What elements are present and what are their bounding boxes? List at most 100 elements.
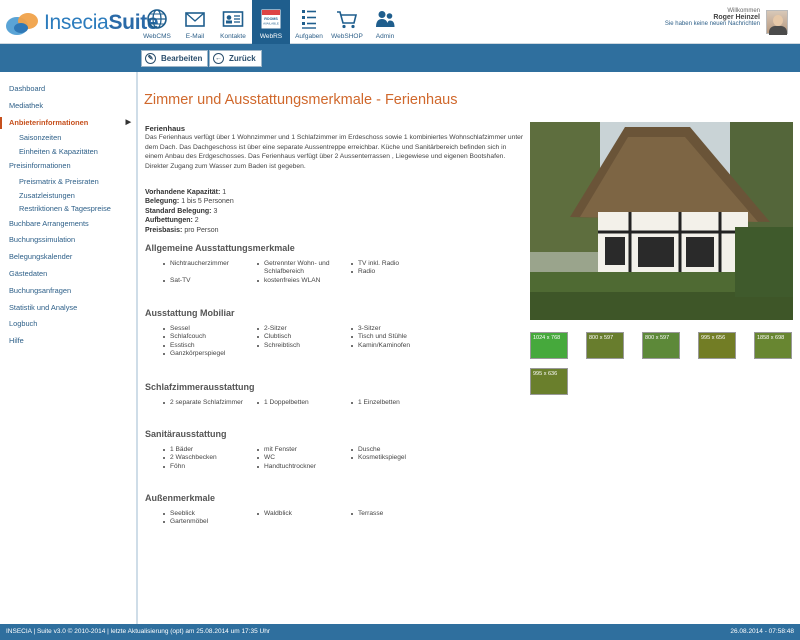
section-title: Allgemeine Ausstattungsmerkmale — [145, 243, 295, 253]
status-footer: INSECIA | Suite v3.0 © 2010-2014 | letzt… — [0, 624, 800, 640]
nav-label: E-Mail — [185, 33, 205, 40]
user-name[interactable]: Roger Heinzel — [665, 14, 760, 21]
thumbnail[interactable]: 800 x 597 — [586, 332, 624, 359]
list-item: Gartenmöbel — [163, 518, 257, 526]
svg-text:ROOMS: ROOMS — [264, 17, 278, 21]
back-button-label: Zurück — [229, 54, 256, 63]
sidebar-item-hilfe[interactable]: Hilfe — [0, 333, 136, 350]
top-header: InseciaSuite WebCMS E-Mail Kontakte ROOM… — [0, 0, 800, 44]
envelope-icon — [185, 12, 205, 27]
list-item: Ganzkörperspiegel — [163, 350, 257, 358]
nav-webrs[interactable]: ROOMS AVAILABLE WebRS — [252, 0, 290, 44]
nav-admin[interactable]: Admin — [366, 0, 404, 44]
nav-aufgaben[interactable]: Aufgaben — [290, 0, 328, 44]
list-item: WC — [257, 454, 351, 462]
list-item: Radio — [351, 268, 445, 276]
section-allgemeine-ausstattung: Allgemeine Ausstattungsmerkmale Nichtrau… — [145, 243, 525, 285]
nav-kontakte[interactable]: Kontakte — [214, 0, 252, 44]
sidebar-item-saisonzeiten[interactable]: Saisonzeiten — [0, 131, 136, 145]
logo-mark-icon — [6, 11, 40, 35]
fact-row: Standard Belegung: 3 — [145, 207, 218, 215]
list-item: Getrennter Wohn- und Schlafbereich — [257, 260, 351, 277]
sidebar-item-mediathek[interactable]: Mediathek — [0, 98, 136, 115]
thumbnail-dimensions: 800 x 597 — [589, 335, 614, 341]
svg-text:AVAILABLE: AVAILABLE — [263, 22, 279, 26]
sidebar-item-buchungssimulation[interactable]: Buchungssimulation — [0, 232, 136, 249]
edit-pencil-icon: ✎ — [145, 53, 156, 64]
sidebar-item-belegungskalender[interactable]: Belegungskalender — [0, 249, 136, 266]
sidebar-item-buchbare-arrangements[interactable]: Buchbare Arrangements — [0, 216, 136, 233]
capacity-facts: Vorhandene Kapazität: 1 Belegung: 1 bis … — [145, 188, 234, 235]
avatar[interactable] — [766, 10, 788, 35]
list-item: Kosmetikspiegel — [351, 454, 445, 462]
fact-row: Vorhandene Kapazität: 1 — [145, 189, 227, 196]
unit-description: Ferienhaus Das Ferienhaus verfügt über 1… — [145, 124, 525, 171]
sidebar-item-logbuch[interactable]: Logbuch — [0, 316, 136, 333]
thumbnail[interactable]: 995 x 656 — [698, 332, 736, 359]
list-item: 3-Sitzer — [351, 325, 445, 333]
edit-button-label: Bearbeiten — [161, 54, 203, 63]
section-sanitaerausstattung: Sanitärausstattung 1 Bäder mit Fenster D… — [145, 429, 525, 471]
globe-icon — [147, 9, 167, 29]
sidebar-item-gaestedaten[interactable]: Gästedaten — [0, 266, 136, 283]
sidebar-item-preismatrix[interactable]: Preismatrix & Preisraten — [0, 175, 136, 189]
fact-row: Aufbettungen: 2 — [145, 217, 199, 225]
expand-arrow-icon: ▶ — [125, 118, 131, 126]
thumbnail[interactable]: 1024 x 768 — [530, 332, 568, 359]
sidebar-item-preisinformationen[interactable]: Preisinformationen — [0, 158, 136, 175]
list-item: Sessel — [163, 325, 257, 333]
users-icon — [376, 11, 395, 27]
nav-label: WebCMS — [143, 33, 171, 40]
list-item: Handtuchtrockner — [257, 463, 351, 471]
list-item: 2-Sitzer — [257, 325, 351, 333]
list-item: Kamin/Kaminofen — [351, 342, 445, 350]
thumbnail[interactable]: 800 x 597 — [642, 332, 680, 359]
list-item: Esstisch — [163, 342, 257, 350]
contact-card-icon — [222, 11, 244, 27]
back-arrow-icon: ← — [213, 53, 224, 64]
section-title: Ausstattung Mobiliar — [145, 308, 235, 318]
nav-label: WebSHOP — [331, 33, 363, 40]
nav-label: WebRS — [259, 33, 283, 40]
sidebar-item-dashboard[interactable]: Dashboard — [0, 81, 136, 98]
list-item: Sat-TV — [163, 277, 257, 285]
insecia-suite-logo[interactable]: InseciaSuite — [6, 9, 159, 37]
list-item: Schlafcouch — [163, 333, 257, 341]
section-title: Außenmerkmale — [145, 493, 216, 503]
back-button[interactable]: ← Zurück — [209, 50, 262, 67]
list-item: 1 Bäder — [163, 446, 257, 454]
edit-button[interactable]: ✎ Bearbeiten — [141, 50, 209, 67]
nav-webshop[interactable]: WebSHOP — [328, 0, 366, 44]
sidebar-item-buchungsanfragen[interactable]: Buchungsanfragen — [0, 283, 136, 300]
footer-version-info: INSECIA | Suite v3.0 © 2010-2014 | letzt… — [6, 628, 270, 635]
user-info: Willkommen Roger Heinzel Sie haben keine… — [665, 8, 760, 27]
thumbnail[interactable]: 1858 x 698 — [754, 332, 792, 359]
nav-email[interactable]: E-Mail — [176, 0, 214, 44]
sidebar-item-einheiten-kapazitaeten[interactable]: Einheiten & Kapazitäten — [0, 145, 136, 159]
list-item: kostenfreies WLAN — [257, 277, 351, 285]
sidebar-item-restriktionen[interactable]: Restriktionen & Tagespreise — [0, 202, 136, 216]
sidebar-item-statistik[interactable]: Statistik und Analyse — [0, 300, 136, 317]
footer-datetime: 26.08.2014 - 07:58:48 — [730, 628, 794, 635]
list-item: 2 separate Schlafzimmer — [163, 399, 257, 407]
list-item: Terrasse — [351, 510, 445, 518]
list-item: Waldblick — [257, 510, 351, 518]
sidebar-item-zusatzleistungen[interactable]: Zusatzleistungen — [0, 189, 136, 203]
sidebar-item-anbieterinformationen[interactable]: Anbieterinformationen ▶ — [0, 115, 136, 132]
list-item: 1 Doppelbetten — [257, 399, 351, 407]
feature-list: Seeblick Waldblick Terrasse Gartenmöbel — [163, 510, 525, 527]
list-item: 2 Waschbecken — [163, 454, 257, 462]
list-item: Dusche — [351, 446, 445, 454]
list-item: Tisch und Stühle — [351, 333, 445, 341]
main-unit-photo[interactable] — [530, 122, 793, 320]
thumbnail-dimensions: 995 x 636 — [533, 371, 558, 377]
section-schlafzimmerausstattung: Schlafzimmerausstattung 2 separate Schla… — [145, 382, 525, 407]
section-ausstattung-mobiliar: Ausstattung Mobiliar Sessel 2-Sitzer 3-S… — [145, 308, 525, 359]
page-title: Zimmer und Ausstattungsmerkmale - Ferien… — [144, 92, 458, 108]
thumbnail[interactable]: 995 x 636 — [530, 368, 568, 395]
nav-webcms[interactable]: WebCMS — [138, 0, 176, 44]
messages-status[interactable]: Sie haben keine neuen Nachrichten — [665, 21, 760, 27]
list-item: 1 Einzelbetten — [351, 399, 445, 407]
sidebar-item-label: Anbieterinformationen — [9, 117, 89, 127]
unit-heading: Ferienhaus — [145, 124, 186, 133]
